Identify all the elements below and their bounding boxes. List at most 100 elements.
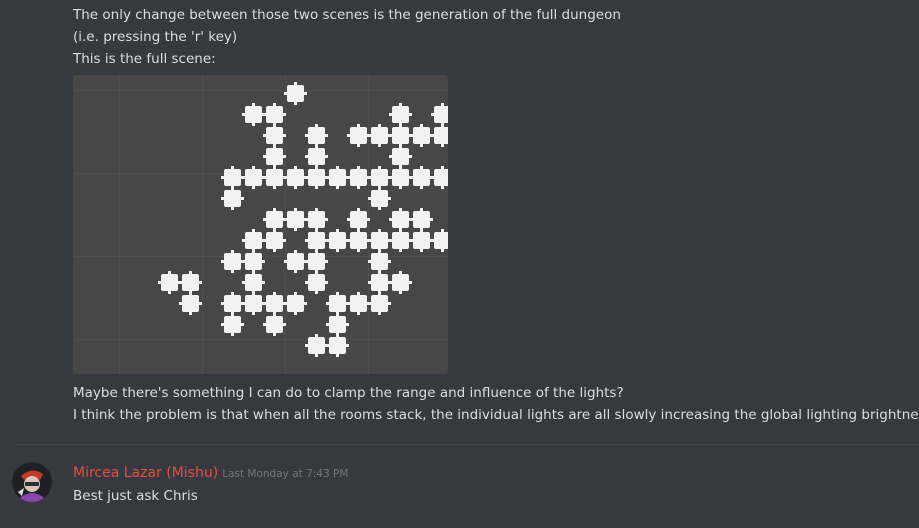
- room-door: [231, 250, 234, 253]
- room-door: [347, 218, 350, 221]
- dungeon-room: [161, 274, 178, 291]
- room-door: [399, 229, 402, 232]
- dungeon-room: [287, 253, 304, 270]
- room-door: [242, 302, 245, 305]
- room-door: [294, 292, 297, 295]
- room-door: [294, 186, 297, 189]
- dungeon-room: [308, 337, 325, 354]
- room-door: [410, 218, 413, 221]
- room-door: [368, 281, 371, 284]
- room-door: [326, 239, 329, 242]
- room-door: [389, 155, 392, 158]
- room-door: [305, 344, 308, 347]
- room-door: [346, 323, 349, 326]
- dungeon-room: [413, 169, 430, 186]
- room-door: [273, 103, 276, 106]
- room-door: [199, 302, 202, 305]
- room-door: [283, 239, 286, 242]
- room-door: [284, 176, 287, 179]
- room-door: [294, 312, 297, 315]
- room-door: [326, 176, 329, 179]
- room-door: [389, 134, 392, 137]
- dungeon-room: [329, 232, 346, 249]
- dungeon-room: [434, 106, 448, 123]
- room-door: [357, 249, 360, 252]
- room-door: [389, 113, 392, 116]
- message-divider: [14, 444, 919, 445]
- dungeon-room: [266, 148, 283, 165]
- dungeon-room: [371, 127, 388, 144]
- dungeon-room: [392, 148, 409, 165]
- room-door: [378, 250, 381, 253]
- dungeon-room: [266, 316, 283, 333]
- room-door: [399, 271, 402, 274]
- dungeon-room: [434, 232, 448, 249]
- dungeon-room: [224, 295, 241, 312]
- room-door: [305, 281, 308, 284]
- room-door: [315, 354, 318, 357]
- room-door: [399, 208, 402, 211]
- dungeon-room: [371, 232, 388, 249]
- room-door: [305, 134, 308, 137]
- dungeon-room: [266, 232, 283, 249]
- dungeon-room: [287, 169, 304, 186]
- room-door: [315, 250, 318, 253]
- room-door: [336, 186, 339, 189]
- room-door: [410, 176, 413, 179]
- room-door: [357, 229, 360, 232]
- room-door: [168, 291, 171, 294]
- dungeon-room: [308, 148, 325, 165]
- room-door: [263, 239, 266, 242]
- dungeon-room: [287, 295, 304, 312]
- room-door: [305, 218, 308, 221]
- room-door: [252, 229, 255, 232]
- room-door: [263, 134, 266, 137]
- room-door: [221, 302, 224, 305]
- room-door: [431, 176, 434, 179]
- room-door: [273, 292, 276, 295]
- user-avatar[interactable]: [12, 462, 52, 502]
- room-door: [283, 134, 286, 137]
- room-door: [420, 208, 423, 211]
- message-line-6: Best just ask Chris: [73, 488, 198, 504]
- room-door: [242, 176, 245, 179]
- room-door: [221, 323, 224, 326]
- dungeon-room: [245, 253, 262, 270]
- room-door: [357, 144, 360, 147]
- room-door: [273, 249, 276, 252]
- room-door: [315, 166, 318, 169]
- room-door: [284, 92, 287, 95]
- room-door: [294, 102, 297, 105]
- room-door: [231, 292, 234, 295]
- room-door: [441, 144, 444, 147]
- room-door: [252, 271, 255, 274]
- room-door: [420, 166, 423, 169]
- room-door: [263, 302, 266, 305]
- room-door: [388, 260, 391, 263]
- room-door: [315, 208, 318, 211]
- dungeon-room: [308, 253, 325, 270]
- message-line-3: This is the full scene:: [73, 51, 216, 67]
- room-door: [357, 292, 360, 295]
- image-attachment[interactable]: [73, 75, 448, 374]
- room-door: [252, 103, 255, 106]
- dungeon-room: [329, 316, 346, 333]
- room-door: [252, 250, 255, 253]
- room-door: [325, 218, 328, 221]
- dungeon-room: [350, 127, 367, 144]
- room-door: [221, 260, 224, 263]
- author-name[interactable]: Mircea Lazar (Mishu): [73, 465, 218, 481]
- room-door: [231, 333, 234, 336]
- room-door: [273, 229, 276, 232]
- room-door: [389, 176, 392, 179]
- room-door: [263, 113, 266, 116]
- dungeon-room: [245, 169, 262, 186]
- room-door: [221, 176, 224, 179]
- dungeon-room: [350, 232, 367, 249]
- room-door: [409, 155, 412, 158]
- dungeon-room: [350, 211, 367, 228]
- dungeon-room: [224, 169, 241, 186]
- room-door: [294, 250, 297, 253]
- dungeon-room: [392, 274, 409, 291]
- room-door: [262, 281, 265, 284]
